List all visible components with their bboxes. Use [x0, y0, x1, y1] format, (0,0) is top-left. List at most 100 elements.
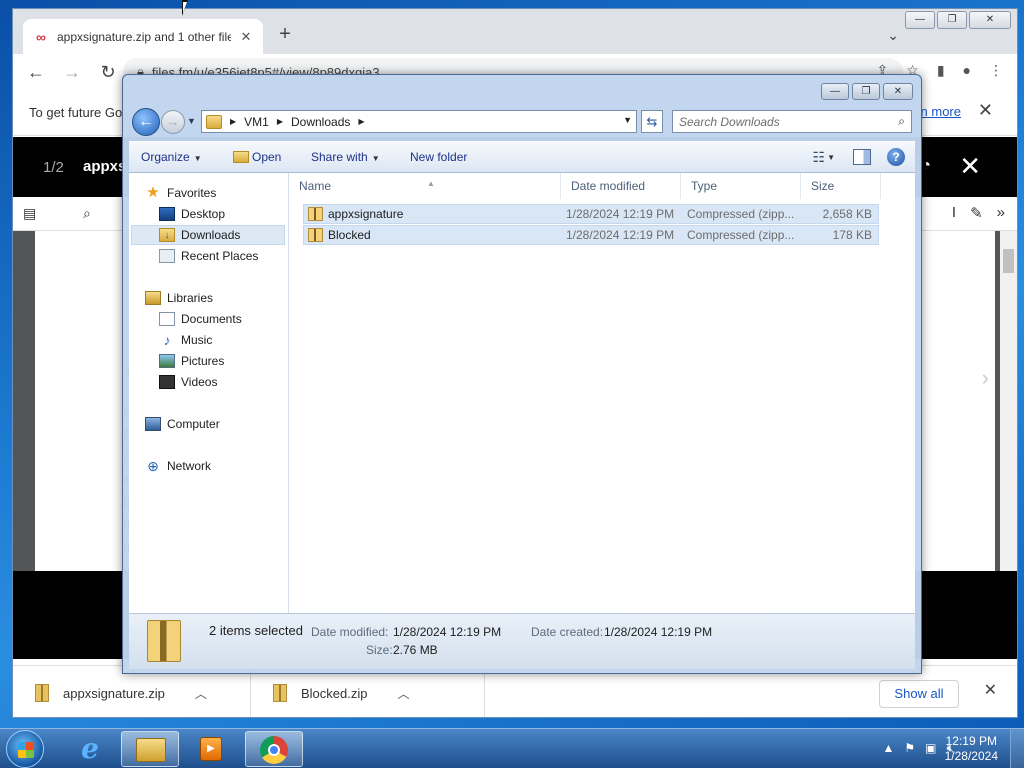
taskbar-windows-explorer[interactable] — [121, 731, 179, 767]
clock-date: 1/28/2024 — [944, 749, 998, 763]
taskbar-chrome[interactable] — [245, 731, 303, 767]
caret-down-icon[interactable]: ▼ — [827, 153, 835, 162]
selection-count: 2 items selected — [209, 623, 303, 638]
search-input[interactable] — [673, 111, 883, 132]
breadcrumb[interactable]: ▶ VM1 ▶ Downloads ▶ ▼ — [201, 110, 637, 133]
taskbar: e ▶ ▲ ⚑ ▣ 🔇︎ 12:19 PM 1/28/2024 — [0, 728, 1024, 768]
view-options-icon[interactable]: ☷ — [812, 149, 825, 166]
caret-down-icon: ▼ — [371, 154, 380, 163]
refresh-button[interactable]: ⇆ — [641, 110, 663, 133]
info-bar-close-icon[interactable]: ✕ — [978, 100, 993, 121]
pdf-scrollbar-thumb[interactable] — [1003, 249, 1014, 273]
learn-more-link[interactable]: rn more — [916, 104, 961, 119]
chrome-window-controls: — ❐ ✕ — [905, 11, 1011, 29]
start-button[interactable] — [6, 730, 44, 768]
nav-item-computer[interactable]: Computer — [145, 414, 289, 434]
nav-item-libraries[interactable]: Libraries — [145, 288, 289, 308]
viewer-options-icon[interactable]: ◔ — [921, 157, 931, 175]
mouse-cursor-icon — [182, 0, 188, 16]
column-header-size[interactable]: Size — [801, 173, 881, 199]
history-dropdown-icon[interactable]: ▼ — [187, 116, 196, 126]
forward-icon[interactable]: → — [61, 61, 83, 83]
music-note-icon: ♪ — [163, 332, 171, 348]
breadcrumb-arrow-icon[interactable]: ▶ — [230, 117, 236, 126]
maximize-button[interactable]: ❐ — [937, 11, 967, 29]
nav-item-documents[interactable]: Documents — [159, 309, 289, 329]
internet-explorer-icon: e — [81, 732, 99, 765]
chevron-up-icon[interactable]: ︿ — [195, 685, 207, 702]
column-header-date-modified[interactable]: Date modified — [561, 173, 681, 199]
address-dropdown-icon[interactable]: ▼ — [623, 115, 632, 125]
nav-item-pictures[interactable]: Pictures — [159, 351, 289, 371]
date-modified-label: Date modified: — [311, 625, 389, 639]
file-row[interactable]: appxsignature 1/28/2024 12:19 PM Compres… — [303, 204, 879, 224]
network-status-icon[interactable]: ▣ — [925, 741, 936, 756]
search-icon[interactable]: ⌕ — [898, 114, 905, 129]
menu-kebab-icon[interactable]: ⋮ — [989, 62, 1003, 79]
column-header-name[interactable]: Name ▲ — [289, 173, 561, 199]
help-icon[interactable]: ? — [887, 148, 905, 166]
file-row[interactable]: Blocked 1/28/2024 12:19 PM Compressed (z… — [303, 225, 879, 245]
profile-avatar-icon[interactable]: ● — [963, 62, 971, 79]
browser-tab[interactable]: ∞ appxsignature.zip and 1 other file ✕ — [23, 19, 263, 54]
organize-button[interactable]: Organize ▼ — [141, 150, 202, 164]
nav-item-music[interactable]: ♪ Music — [159, 330, 289, 350]
next-page-icon[interactable]: › — [982, 365, 989, 391]
breadcrumb-arrow-icon[interactable]: ▶ — [277, 117, 283, 126]
system-tray: ▲ ⚑ ▣ 🔇︎ — [882, 741, 954, 756]
search-box: ⌕ — [672, 110, 912, 133]
show-desktop-button[interactable] — [1010, 729, 1024, 768]
breadcrumb-downloads[interactable]: Downloads — [291, 115, 350, 129]
network-icon: ⊕ — [147, 458, 159, 474]
column-header-type[interactable]: Type — [681, 173, 801, 199]
tab-search-icon[interactable]: ⌄ — [887, 27, 899, 44]
clock[interactable]: 12:19 PM 1/28/2024 — [945, 734, 998, 764]
close-button[interactable]: ✕ — [883, 83, 913, 100]
explorer-titlebar[interactable]: — ❐ ✕ — [123, 75, 921, 107]
minimize-button[interactable]: — — [905, 11, 935, 29]
reload-icon[interactable]: ↻ — [97, 61, 119, 83]
nav-label: Videos — [181, 375, 218, 389]
pdf-search-icon[interactable]: ⌕ — [83, 205, 91, 222]
sidebar-toggle-icon[interactable]: ▤ — [23, 205, 36, 222]
taskbar-media-player[interactable]: ▶ — [182, 731, 240, 767]
tab-title: appxsignature.zip and 1 other file — [57, 29, 231, 44]
new-tab-button[interactable]: + — [275, 24, 295, 45]
back-button[interactable]: ← — [132, 108, 160, 136]
breadcrumb-vm1[interactable]: VM1 — [244, 115, 269, 129]
zip-folder-large-icon — [147, 620, 181, 662]
text-select-icon[interactable]: I — [952, 204, 956, 222]
nav-item-recent-places[interactable]: Recent Places — [159, 246, 289, 266]
draw-pen-icon[interactable]: ✎ — [970, 204, 983, 222]
downloads-close-icon[interactable]: ✕ — [984, 680, 997, 700]
breadcrumb-arrow-icon[interactable]: ▶ — [358, 117, 364, 126]
tab-close-icon[interactable]: ✕ — [239, 29, 253, 45]
nav-item-desktop[interactable]: Desktop — [159, 204, 289, 224]
nav-item-downloads[interactable]: ↓ Downloads — [131, 225, 285, 245]
chevron-up-icon[interactable]: ︿ — [397, 685, 409, 702]
side-panel-icon[interactable]: ▮ — [937, 62, 945, 79]
nav-label: Network — [167, 459, 212, 473]
share-with-button[interactable]: Share with ▼ — [311, 150, 380, 164]
preview-pane-icon[interactable] — [853, 149, 871, 165]
pdf-scrollbar[interactable] — [1000, 231, 1017, 571]
back-icon[interactable]: ← — [25, 61, 47, 83]
nav-item-favorites[interactable]: ★ Favorites — [145, 183, 289, 203]
action-center-flag-icon[interactable]: ⚑ — [904, 741, 915, 756]
viewer-close-icon[interactable]: ✕ — [959, 151, 981, 182]
close-button[interactable]: ✕ — [969, 11, 1011, 29]
show-all-button[interactable]: Show all — [879, 680, 959, 708]
minimize-button[interactable]: — — [821, 83, 849, 100]
more-tools-icon[interactable]: » — [997, 204, 1005, 222]
command-bar: Organize ▼ Open Share with ▼ New folder ☷ … — [129, 141, 915, 173]
new-folder-button[interactable]: New folder — [410, 150, 467, 164]
windows-logo-icon — [18, 742, 34, 758]
taskbar-internet-explorer[interactable]: e — [60, 731, 118, 767]
nav-item-network[interactable]: ⊕ Network — [145, 456, 289, 476]
maximize-button[interactable]: ❐ — [852, 83, 880, 100]
show-hidden-icons-icon[interactable]: ▲ — [882, 741, 894, 756]
open-button[interactable]: Open — [233, 150, 281, 164]
forward-button[interactable]: → — [161, 110, 185, 134]
nav-item-videos[interactable]: Videos — [159, 372, 289, 392]
recent-places-icon — [159, 249, 175, 263]
